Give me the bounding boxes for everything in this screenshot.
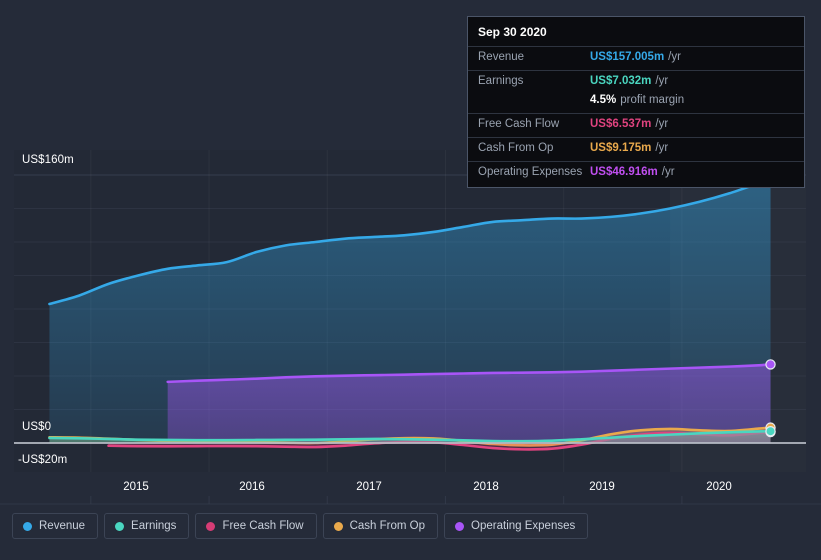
tooltip-key-cash-from-op: Cash From Op [478, 142, 554, 154]
chart-tooltip: Sep 30 2020 Revenue US$157.005m /yr Earn… [467, 16, 805, 188]
tooltip-value-cash-from-op: US$9.175m [590, 142, 652, 154]
legend-label-cash-from-op: Cash From Op [349, 520, 426, 532]
tooltip-key-revenue: Revenue [478, 51, 525, 63]
tooltip-date: Sep 30 2020 [478, 25, 547, 39]
legend-item-operating-expenses[interactable]: Operating Expenses [444, 513, 589, 539]
tooltip-value-profit-margin: 4.5% [590, 94, 617, 106]
legend-label-free-cash-flow: Free Cash Flow [222, 520, 304, 532]
tooltip-row-revenue: Revenue US$157.005m /yr [468, 46, 804, 70]
legend-dot-earnings-icon [115, 521, 125, 531]
tooltip-unit-operating-expenses: /yr [661, 166, 675, 178]
legend-dot-operating-expenses-icon [455, 521, 465, 531]
tooltip-row-profit-margin: 4.5% profit margin [468, 94, 804, 113]
tooltip-unit-profit-margin: profit margin [620, 94, 685, 106]
tooltip-row-operating-expenses: Operating Expenses US$46.916m /yr [468, 161, 804, 185]
y-axis-label-zero: US$0 [22, 421, 52, 433]
tooltip-unit-revenue: /yr [668, 51, 681, 63]
x-axis-label-2018: 2018 [473, 481, 499, 493]
chart-legend: Revenue Earnings Free Cash Flow Cash Fro… [12, 513, 589, 539]
x-axis-label-2019: 2019 [589, 481, 615, 493]
tooltip-unit-cash-from-op: /yr [655, 142, 669, 154]
tooltip-value-operating-expenses: US$46.916m [590, 166, 658, 178]
legend-label-earnings: Earnings [131, 520, 177, 532]
legend-item-earnings[interactable]: Earnings [104, 513, 190, 539]
legend-item-free-cash-flow[interactable]: Free Cash Flow [195, 513, 317, 539]
legend-label-revenue: Revenue [39, 520, 86, 532]
tooltip-value-revenue: US$157.005m [590, 51, 665, 63]
y-axis-label-negative: -US$20m [18, 454, 68, 466]
x-axis-label-2016: 2016 [239, 481, 265, 493]
tooltip-row-free-cash-flow: Free Cash Flow US$6.537m /yr [468, 113, 804, 137]
legend-dot-cash-from-op-icon [333, 521, 343, 531]
legend-item-cash-from-op[interactable]: Cash From Op [322, 513, 439, 539]
legend-dot-revenue-icon [23, 521, 32, 531]
x-axis-label-2020: 2020 [706, 481, 732, 493]
legend-label-operating-expenses: Operating Expenses [471, 520, 576, 532]
tooltip-row-cash-from-op: Cash From Op US$9.175m /yr [468, 137, 804, 161]
tooltip-key-operating-expenses: Operating Expenses [478, 166, 583, 178]
tooltip-key-free-cash-flow: Free Cash Flow [478, 118, 560, 130]
legend-item-revenue[interactable]: Revenue [12, 513, 99, 539]
legend-dot-free-cash-flow-icon [206, 521, 216, 531]
tooltip-value-free-cash-flow: US$6.537m [590, 118, 652, 130]
tooltip-key-earnings: Earnings [478, 75, 524, 87]
x-axis-label-2017: 2017 [356, 481, 382, 493]
tooltip-unit-earnings: /yr [655, 75, 669, 87]
tooltip-row-earnings: Earnings US$7.032m /yr [468, 70, 804, 94]
tooltip-unit-free-cash-flow: /yr [655, 118, 669, 130]
x-axis-label-2015: 2015 [123, 481, 149, 493]
y-axis-label-top: US$160m [22, 154, 74, 166]
tooltip-value-earnings: US$7.032m [590, 75, 652, 87]
